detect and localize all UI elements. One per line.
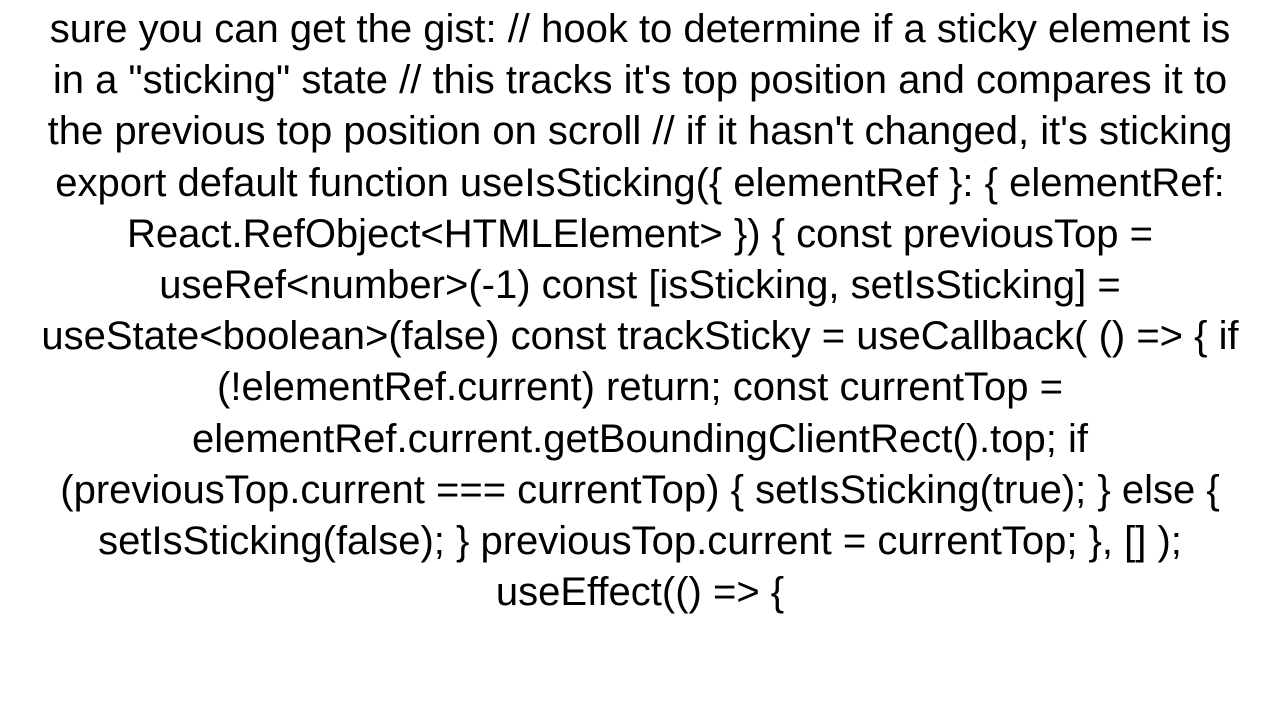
body-text: sure you can get the gist: // hook to de… [30, 4, 1250, 618]
content-container: sure you can get the gist: // hook to de… [20, 0, 1260, 618]
